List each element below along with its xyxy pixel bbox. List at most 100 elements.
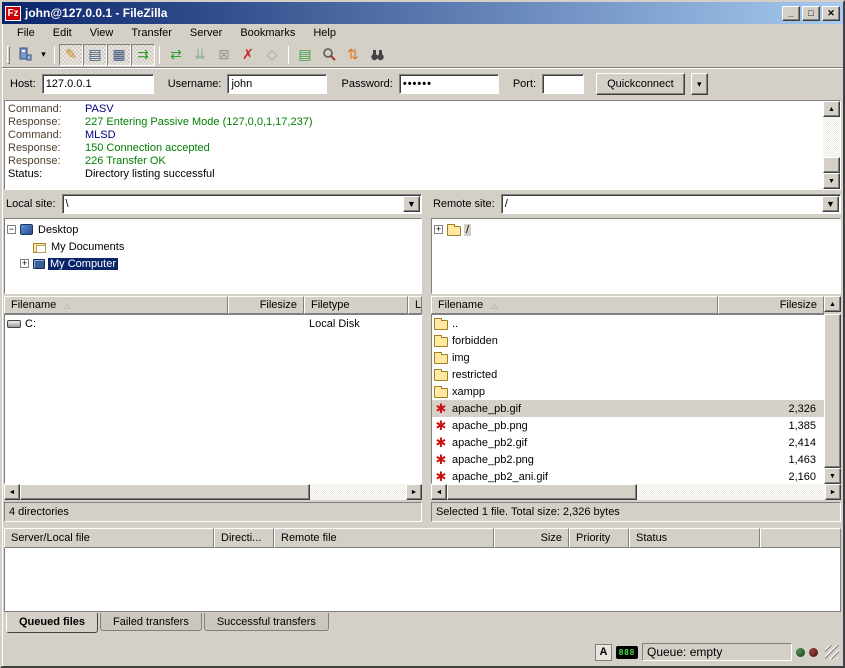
- disconnect-button[interactable]: ✗: [236, 44, 260, 66]
- column-filetype[interactable]: Filetype: [304, 296, 408, 314]
- menu-bookmarks[interactable]: Bookmarks: [231, 25, 304, 41]
- scroll-left-icon[interactable]: ◄: [4, 484, 20, 500]
- scroll-right-icon[interactable]: ►: [825, 484, 841, 500]
- menu-view[interactable]: View: [81, 25, 123, 41]
- scroll-up-icon[interactable]: ▲: [824, 296, 841, 312]
- remote-file-row[interactable]: ✱ apache_pb2_ani.gif 2,160: [432, 468, 824, 484]
- host-input[interactable]: [42, 74, 154, 94]
- scrollbar-thumb[interactable]: [20, 484, 310, 500]
- close-button[interactable]: ✕: [822, 6, 840, 21]
- toggle-remote-tree-button[interactable]: ▦: [107, 44, 131, 66]
- scroll-left-icon[interactable]: ◄: [431, 484, 447, 500]
- quickconnect-button[interactable]: Quickconnect: [596, 73, 685, 95]
- local-site-combo[interactable]: \ ▼: [62, 194, 422, 214]
- binoculars-icon: [370, 48, 385, 61]
- reconnect-button[interactable]: ◇: [260, 44, 284, 66]
- tab-failed-transfers[interactable]: Failed transfers: [100, 613, 202, 631]
- sort-asc-icon: △: [491, 301, 497, 310]
- scrollbar-thumb[interactable]: [823, 157, 840, 173]
- remote-file-row[interactable]: ✱ apache_pb2.gif 2,414: [432, 434, 824, 451]
- remote-hscrollbar[interactable]: ◄ ►: [431, 484, 841, 500]
- expand-icon[interactable]: +: [434, 225, 443, 234]
- scroll-right-icon[interactable]: ►: [406, 484, 422, 500]
- password-input[interactable]: [399, 74, 499, 94]
- remote-vscrollbar[interactable]: ▼: [824, 314, 841, 484]
- tree-item-my-documents[interactable]: My Documents: [7, 238, 419, 255]
- column-status[interactable]: Status: [629, 528, 760, 548]
- sync-browse-button[interactable]: ⇅: [341, 44, 365, 66]
- column-remote-file[interactable]: Remote file: [274, 528, 494, 548]
- speed-limit-icon[interactable]: 888: [616, 646, 638, 659]
- remote-file-row-selected[interactable]: ✱ apache_pb.gif 2,326: [432, 400, 824, 417]
- combo-dropdown-icon[interactable]: ▼: [403, 196, 420, 212]
- remote-site-combo[interactable]: / ▼: [501, 194, 841, 214]
- remote-file-row[interactable]: forbidden: [432, 332, 824, 349]
- expand-icon[interactable]: +: [20, 259, 29, 268]
- refresh-button[interactable]: ⇄: [164, 44, 188, 66]
- column-direction[interactable]: Directi...: [214, 528, 274, 548]
- toggle-log-button[interactable]: ✎: [59, 44, 83, 66]
- column-size[interactable]: Size: [494, 528, 569, 548]
- remote-file-row[interactable]: ✱ apache_pb2.png 1,463: [432, 451, 824, 468]
- local-file-list: C: Local Disk: [4, 314, 422, 484]
- column-filename[interactable]: Filename△: [4, 296, 228, 314]
- log-label: Command:: [8, 103, 85, 116]
- tree-item-root[interactable]: + /: [434, 221, 838, 238]
- column-priority[interactable]: Priority: [569, 528, 629, 548]
- collapse-icon[interactable]: −: [7, 225, 16, 234]
- column-lastmodified[interactable]: L: [408, 296, 422, 314]
- column-server-local-file[interactable]: Server/Local file: [4, 528, 214, 548]
- local-file-row[interactable]: C: Local Disk: [5, 315, 421, 332]
- scroll-down-icon[interactable]: ▼: [823, 173, 840, 189]
- cancel-button[interactable]: ⊠: [212, 44, 236, 66]
- filter-button[interactable]: ▤: [293, 44, 317, 66]
- tab-successful-transfers[interactable]: Successful transfers: [204, 613, 329, 631]
- minimize-button[interactable]: _: [782, 6, 800, 21]
- scroll-up-icon[interactable]: ▲: [823, 101, 840, 117]
- tab-queued-files[interactable]: Queued files: [6, 613, 98, 633]
- remote-list-header: Filename△ Filesize ▲: [431, 296, 841, 314]
- remote-file-row[interactable]: ✱ apache_pb.png 1,385: [432, 417, 824, 434]
- scroll-down-icon[interactable]: ▼: [824, 468, 841, 484]
- log-label: Response:: [8, 142, 85, 155]
- folder-icon: [447, 223, 461, 236]
- tree-item-desktop[interactable]: − Desktop: [7, 221, 419, 238]
- column-filesize[interactable]: Filesize: [718, 296, 824, 314]
- process-queue-button[interactable]: ⇊: [188, 44, 212, 66]
- scrollbar-thumb[interactable]: [447, 484, 637, 500]
- quickconnect-dropdown[interactable]: ▾: [691, 73, 708, 95]
- toggle-queue-button[interactable]: ⇉: [131, 44, 155, 66]
- resize-grip[interactable]: [825, 645, 839, 659]
- find-files-button[interactable]: [365, 44, 389, 66]
- remote-file-row[interactable]: ..: [432, 315, 824, 332]
- remote-file-row[interactable]: restricted: [432, 366, 824, 383]
- local-hscrollbar[interactable]: ◄ ►: [4, 484, 422, 500]
- scrollbar-thumb[interactable]: [824, 314, 841, 468]
- directory-compare-button[interactable]: [317, 44, 341, 66]
- maximize-button[interactable]: □: [802, 6, 820, 21]
- column-filename[interactable]: Filename△: [431, 296, 718, 314]
- menu-transfer[interactable]: Transfer: [122, 25, 181, 41]
- menu-file[interactable]: File: [8, 25, 44, 41]
- port-input[interactable]: [542, 74, 584, 94]
- menu-help[interactable]: Help: [304, 25, 345, 41]
- remote-file-row[interactable]: xampp: [432, 383, 824, 400]
- combo-dropdown-icon[interactable]: ▼: [822, 196, 839, 212]
- status-bar: A 888 Queue: empty: [2, 638, 843, 666]
- username-input[interactable]: [227, 74, 327, 94]
- site-manager-button[interactable]: [13, 44, 37, 66]
- column-filesize[interactable]: Filesize: [228, 296, 304, 314]
- tree-item-my-computer[interactable]: + My Computer: [7, 255, 419, 272]
- remote-file-row[interactable]: img: [432, 349, 824, 366]
- toolbar-grip[interactable]: [7, 46, 10, 64]
- log-scrollbar[interactable]: ▲ ▼: [823, 101, 840, 189]
- site-manager-dropdown[interactable]: ▾: [37, 44, 50, 66]
- disconnect-icon: ✗: [242, 46, 254, 63]
- queue-list[interactable]: [4, 548, 841, 612]
- quickconnect-bar: Host: Username: Password: Port: Quickcon…: [2, 68, 843, 100]
- menu-server[interactable]: Server: [181, 25, 231, 41]
- local-tree-icon: ▤: [88, 46, 101, 63]
- datatype-ascii-icon[interactable]: A: [595, 644, 612, 661]
- menu-edit[interactable]: Edit: [44, 25, 81, 41]
- toggle-local-tree-button[interactable]: ▤: [83, 44, 107, 66]
